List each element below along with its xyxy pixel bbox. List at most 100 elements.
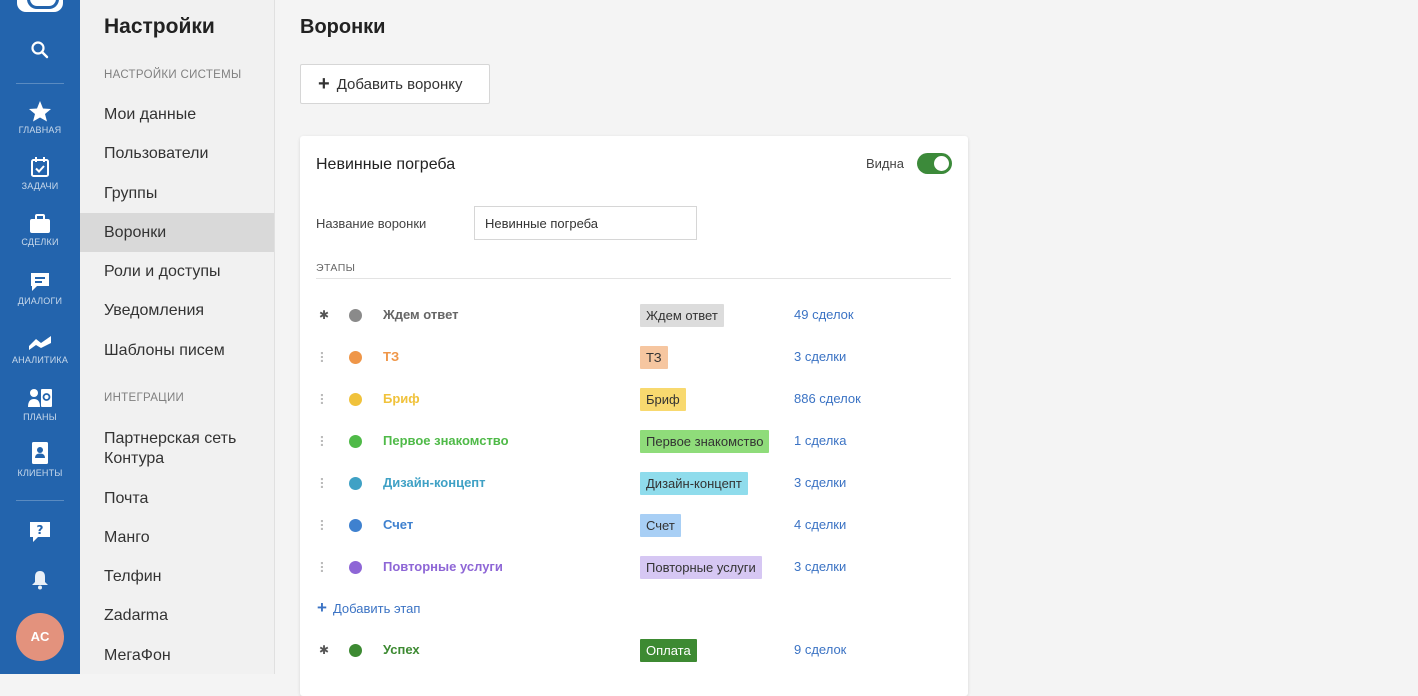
contacts-icon [32, 442, 48, 464]
stage-row: ⠇ Первое знакомство Первое знакомство 1 сде… [300, 430, 968, 454]
pin-icon: ✱ [318, 308, 330, 322]
stage-deals-link[interactable]: 9 сделок [794, 642, 846, 657]
nav-home-label: ГЛАВНАЯ [18, 125, 62, 135]
user-avatar[interactable]: AC [16, 613, 64, 661]
nav-deals-label: СДЕЛКИ [21, 237, 59, 247]
stage-name[interactable]: Дизайн-концепт [383, 475, 486, 490]
stage-deals-link[interactable]: 3 сделки [794, 349, 846, 364]
notifications-button[interactable] [0, 570, 80, 590]
stage-name[interactable]: Счет [383, 517, 413, 532]
stage-row: ⠇ ТЗ ТЗ 3 сделки [300, 346, 968, 370]
stage-tag: Бриф [640, 388, 686, 411]
stage-name[interactable]: Ждем ответ [383, 307, 459, 322]
stage-deals-link[interactable]: 3 сделки [794, 559, 846, 574]
briefcase-icon [30, 214, 50, 233]
stage-name[interactable]: Бриф [383, 391, 420, 406]
app-logo[interactable] [17, 0, 63, 12]
drag-handle-icon[interactable]: ⠇ [317, 392, 331, 409]
svg-text:?: ? [37, 523, 44, 537]
section-header-integrations: ИНТЕГРАЦИИ [104, 392, 185, 404]
stage-deals-link[interactable]: 886 сделок [794, 391, 861, 406]
stage-deals-link[interactable]: 4 сделки [794, 517, 846, 532]
settings-item-roles[interactable]: Роли и доступы [80, 262, 274, 282]
settings-item-my-data[interactable]: Мои данные [80, 105, 274, 125]
app-rail: ГЛАВНАЯ ЗАДАЧИ СДЕЛКИ ДИАЛОГИ АНАЛИТИКА [0, 0, 80, 674]
nav-analytics-label: АНАЛИТИКА [11, 355, 69, 365]
search-button[interactable] [0, 40, 80, 60]
star-icon [29, 101, 51, 122]
stage-deals-link[interactable]: 49 сделок [794, 307, 854, 322]
stage-deals-link[interactable]: 3 сделки [794, 475, 846, 490]
stage-color-dot[interactable] [349, 477, 362, 490]
nav-home[interactable]: ГЛАВНАЯ [0, 100, 80, 135]
stage-color-dot[interactable] [349, 309, 362, 322]
plus-icon: + [317, 598, 327, 617]
stage-tag: Первое знакомство [640, 430, 770, 453]
settings-item-megafon[interactable]: МегаФон [80, 646, 274, 666]
settings-item-telfin[interactable]: Телфин [80, 567, 274, 587]
search-icon [31, 41, 49, 59]
stages-header: ЭТАПЫ [316, 262, 356, 274]
nav-clients[interactable]: КЛИЕНТЫ [0, 441, 80, 478]
visibility-toggle[interactable] [917, 153, 952, 174]
nav-deals[interactable]: СДЕЛКИ [0, 214, 80, 247]
settings-item-notifications[interactable]: Уведомления [80, 301, 274, 321]
stage-row: ⠇ Бриф Бриф 886 сделок [300, 388, 968, 412]
settings-item-groups[interactable]: Группы [80, 184, 274, 204]
nav-analytics[interactable]: АНАЛИТИКА [0, 334, 80, 365]
stage-name[interactable]: Первое знакомство [383, 433, 509, 448]
stage-deals-link[interactable]: 1 сделка [794, 433, 847, 448]
stage-color-dot[interactable] [349, 393, 362, 406]
settings-item-zadarma[interactable]: Zadarma [80, 606, 274, 626]
nav-plans[interactable]: ПЛАНЫ [0, 387, 80, 422]
stage-row: ⠇ Дизайн-концепт Дизайн-концепт 3 сделки [300, 472, 968, 496]
funnel-title: Невинные погреба [316, 156, 456, 173]
funnel-name-input[interactable] [474, 206, 697, 240]
nav-tasks[interactable]: ЗАДАЧИ [0, 156, 80, 191]
plans-icon [28, 389, 52, 407]
settings-item-mail[interactable]: Почта [80, 489, 274, 509]
stage-name[interactable]: Повторные услуги [383, 559, 503, 574]
nav-dialogs[interactable]: ДИАЛОГИ [0, 271, 80, 306]
calendar-check-icon [31, 157, 49, 177]
settings-item-partner-network[interactable]: Партнерская сеть Контура [80, 429, 274, 469]
chat-icon [31, 273, 49, 291]
drag-handle-icon[interactable]: ⠇ [317, 434, 331, 451]
plus-icon: + [318, 73, 330, 95]
stage-color-dot[interactable] [349, 561, 362, 574]
help-button[interactable]: ? [0, 520, 80, 544]
drag-handle-icon[interactable]: ⠇ [317, 518, 331, 535]
funnel-name-label: Название воронки [316, 216, 427, 231]
settings-item-mango[interactable]: Манго [80, 528, 274, 548]
stage-row: ⠇ Счет Счет 4 сделки [300, 514, 968, 538]
stage-tag: Счет [640, 514, 681, 537]
settings-title: Настройки [104, 15, 215, 38]
drag-handle-icon[interactable]: ⠇ [317, 560, 331, 577]
stage-color-dot[interactable] [349, 644, 362, 657]
drag-handle-icon[interactable]: ⠇ [317, 350, 331, 367]
nav-tasks-label: ЗАДАЧИ [21, 181, 59, 191]
drag-handle-icon[interactable]: ⠇ [317, 476, 331, 493]
stage-color-dot[interactable] [349, 435, 362, 448]
settings-item-funnels[interactable]: Воронки [80, 213, 274, 252]
stage-name[interactable]: Успех [383, 642, 420, 657]
pin-icon: ✱ [318, 643, 330, 657]
stage-color-dot[interactable] [349, 519, 362, 532]
stage-tag: Повторные услуги [640, 556, 762, 579]
stage-color-dot[interactable] [349, 351, 362, 364]
settings-sidebar: Настройки НАСТРОЙКИ СИСТЕМЫ Мои данные П… [80, 0, 275, 674]
stages-divider [316, 278, 951, 279]
help-icon: ? [30, 522, 50, 542]
stage-row: ⠇ Повторные услуги Повторные услуги 3 сделк… [300, 556, 968, 580]
funnel-card: Невинные погреба Видна Название воронки … [300, 136, 968, 696]
add-funnel-button[interactable]: + Добавить воронку [300, 64, 490, 104]
stage-name[interactable]: ТЗ [383, 349, 399, 364]
add-stage-label: Добавить этап [332, 601, 421, 616]
analytics-icon [29, 336, 51, 350]
stage-row: ✱ Успех Оплата 9 сделок [300, 639, 968, 663]
settings-item-users[interactable]: Пользователи [80, 144, 274, 164]
add-stage-button[interactable]: + Добавить этап [317, 598, 420, 618]
stage-tag: Ждем ответ [640, 304, 724, 327]
settings-item-email-templates[interactable]: Шаблоны писем [80, 341, 274, 361]
add-funnel-label: Добавить воронку [336, 75, 463, 93]
